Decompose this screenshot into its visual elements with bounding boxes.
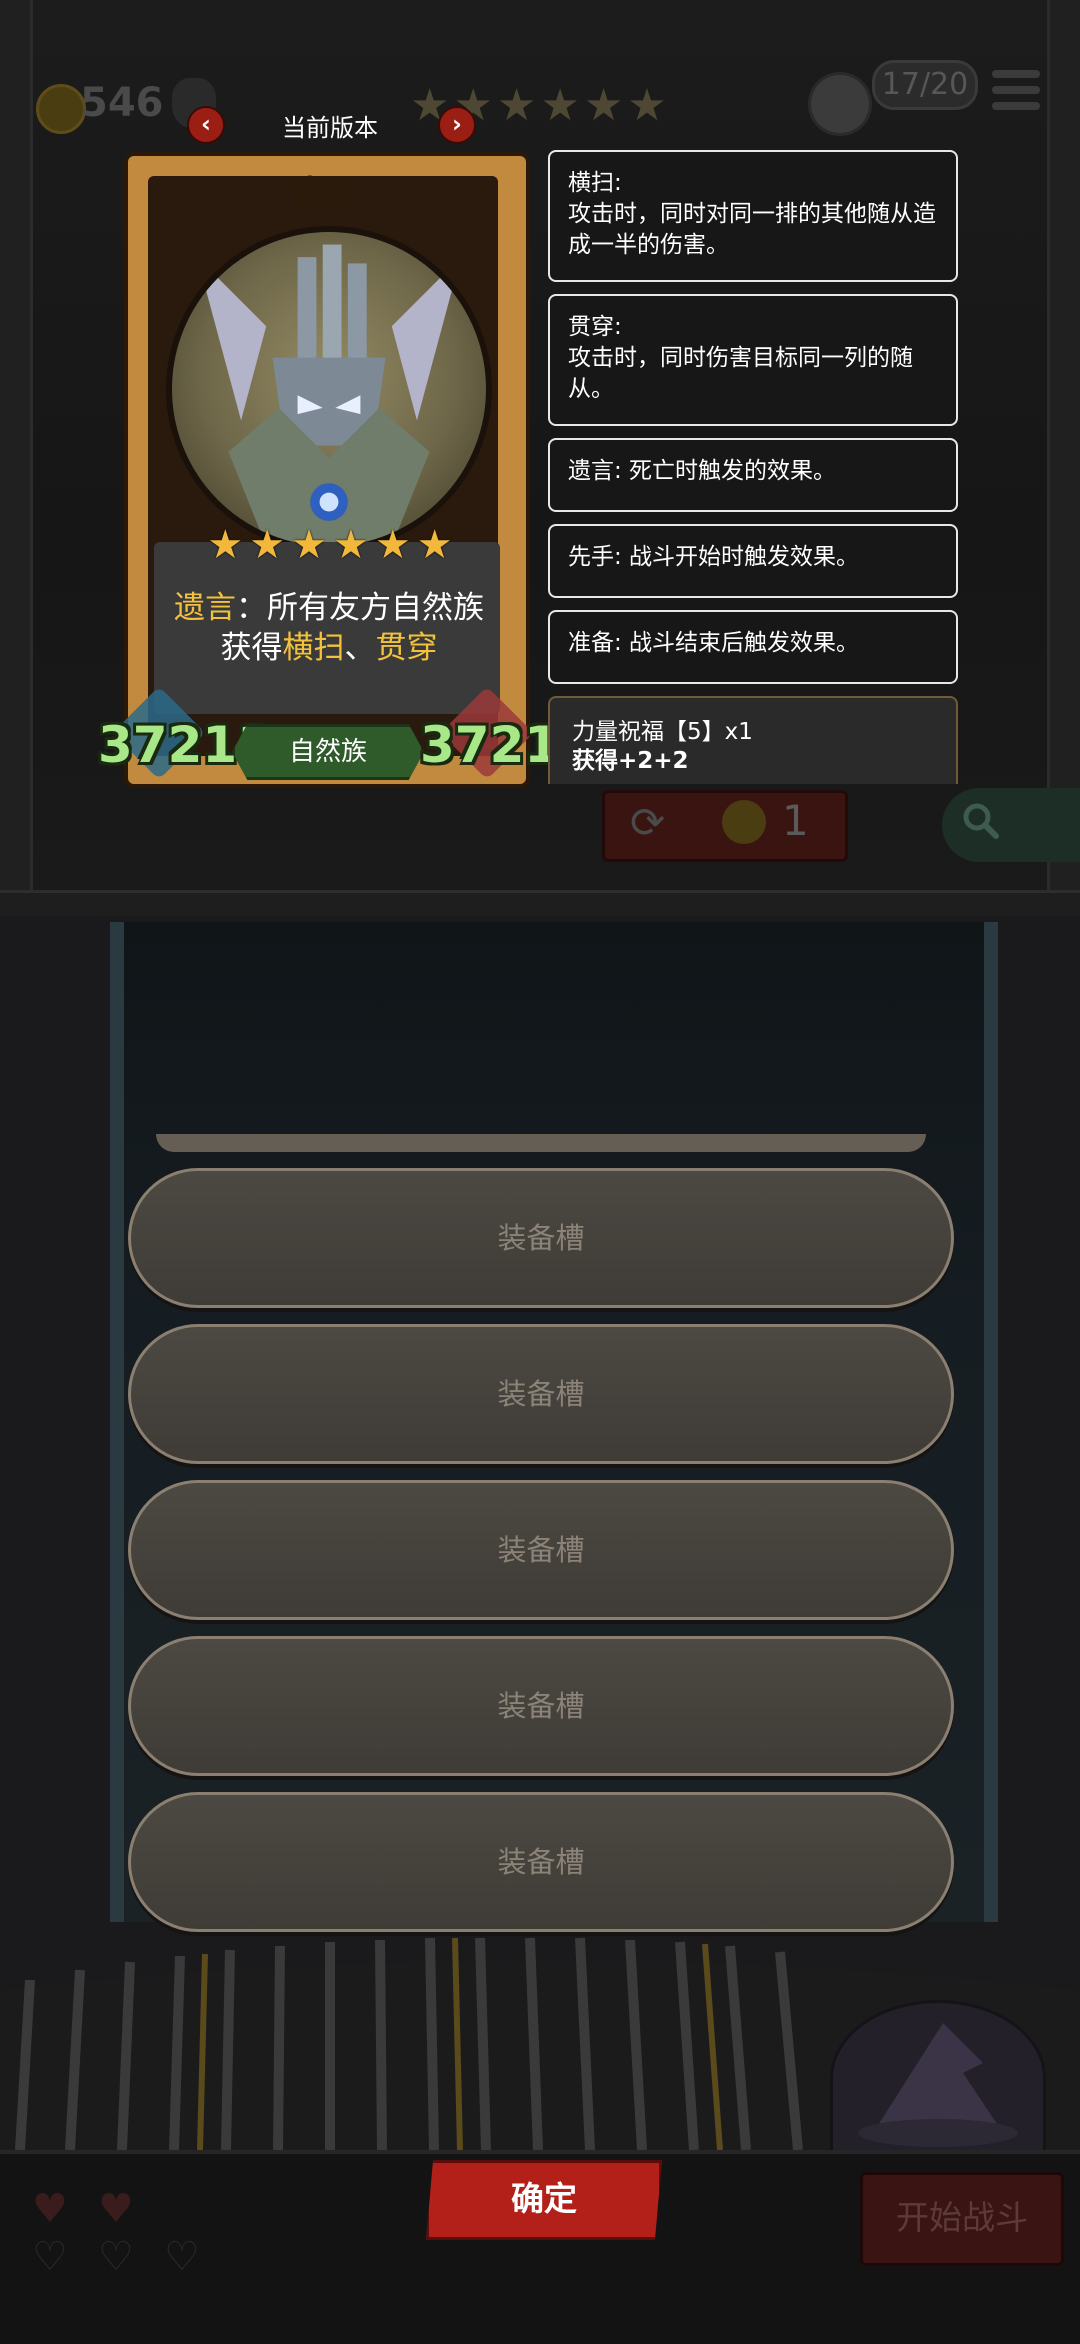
keyword-title: 横扫:: [568, 170, 622, 196]
star-icon: ★: [291, 522, 327, 568]
equipment-slot[interactable]: 装备槽: [128, 1168, 954, 1308]
ability-keyword-pierce: 贯穿: [375, 630, 438, 666]
keyword-panel-sweep: 横扫: 攻击时，同时对同一排的其他随从造成一半的伤害。: [548, 150, 958, 282]
search-icon: [963, 803, 999, 839]
hero-portrait[interactable]: [830, 2000, 1046, 2156]
refresh-cost: 1: [782, 796, 809, 845]
tribe-banner: 自然族: [232, 724, 424, 780]
keyword-panel-first-strike: 先手: 战斗开始时触发效果。: [548, 524, 958, 598]
keyword-desc: 遗言: 死亡时触发的效果。: [568, 458, 837, 484]
star-icon: ★: [249, 522, 286, 568]
heart-empty-icon: ♡: [98, 2234, 134, 2280]
ability-separator: 、: [344, 630, 376, 666]
card-star-rating: ★ ★ ★ ★ ★ ★: [180, 522, 480, 568]
keyword-panel-pierce: 贯穿: 攻击时，同时伤害目标同一列的随从。: [548, 294, 958, 426]
ability-keyword-sweep: 横扫: [282, 630, 345, 666]
keyword-panel-prepare: 准备: 战斗结束后触发效果。: [548, 610, 958, 684]
heart-icon: ♥: [32, 2186, 68, 2232]
keyword-desc: 准备: 战斗结束后触发效果。: [568, 630, 860, 656]
left-frame: [0, 0, 33, 900]
star-icon: ★: [583, 80, 624, 131]
equipment-slot[interactable]: 装备槽: [128, 1636, 954, 1776]
star-icon: ★: [416, 522, 453, 568]
keyword-desc: 先手: 战斗开始时触发效果。: [568, 544, 860, 570]
start-battle-button[interactable]: 开始战斗: [860, 2172, 1064, 2266]
ability-line1: ：所有友方自然族: [236, 590, 484, 626]
slot-edge: [156, 1134, 926, 1152]
heart-empty-icon: ♡: [32, 2234, 68, 2280]
player-avatar[interactable]: [808, 72, 872, 136]
star-icon: ★: [333, 522, 369, 568]
heart-icon: ♥: [98, 2186, 134, 2232]
ability-line2-lead: 获得: [220, 630, 283, 666]
keyword-panel-deathrattle: 遗言: 死亡时触发的效果。: [548, 438, 958, 512]
round-counter: 17/20: [872, 60, 978, 110]
witch-hat-icon: [858, 2023, 1018, 2147]
version-prev-button[interactable]: ‹: [187, 106, 225, 144]
star-icon: ★: [207, 522, 244, 568]
ability-deathrattle-keyword: 遗言: [174, 590, 236, 626]
card-name: 森灵: [293, 174, 361, 214]
menu-icon[interactable]: [992, 70, 1040, 116]
equipment-slot[interactable]: 装备槽: [128, 1792, 954, 1932]
buff-panel: 力量祝福【5】x1 获得+2+2: [548, 696, 958, 784]
minion-portrait: [166, 226, 492, 552]
keyword-desc: 攻击时，同时伤害目标同一列的随从。: [568, 345, 913, 402]
equipment-slot[interactable]: 装备槽: [128, 1480, 954, 1620]
version-label: 当前版本: [282, 114, 378, 142]
heart-empty-icon: ♡: [164, 2234, 200, 2280]
keyword-desc: 攻击时，同时对同一排的其他随从造成一半的伤害。: [568, 201, 936, 258]
buff-title: 力量祝福【5】x1: [572, 719, 753, 745]
buff-desc: 获得+2+2: [572, 748, 689, 774]
right-frame: [1047, 0, 1080, 900]
coin-icon: [722, 800, 766, 844]
forest-spirit-illustration: [197, 244, 461, 546]
confirm-button[interactable]: 确定: [426, 2160, 662, 2240]
equipment-slot[interactable]: 装备槽: [128, 1324, 954, 1464]
star-icon: ★: [627, 80, 667, 131]
star-icon: ★: [540, 80, 580, 131]
refresh-icon: ⟳: [630, 798, 666, 847]
star-icon: ★: [374, 522, 411, 568]
keyword-title: 贯穿:: [568, 314, 622, 340]
coin-icon: [36, 84, 86, 134]
minion-card: 森灵 遗言：所有友方自然族 获得横扫、贯穿 ★ ★ ★ ★ ★ ★: [124, 152, 530, 788]
coin-count: 546: [80, 80, 164, 126]
star-icon: ★: [496, 80, 537, 131]
version-next-button[interactable]: ›: [438, 106, 476, 144]
ability-text: 遗言：所有友方自然族 获得横扫、贯穿: [166, 588, 492, 668]
